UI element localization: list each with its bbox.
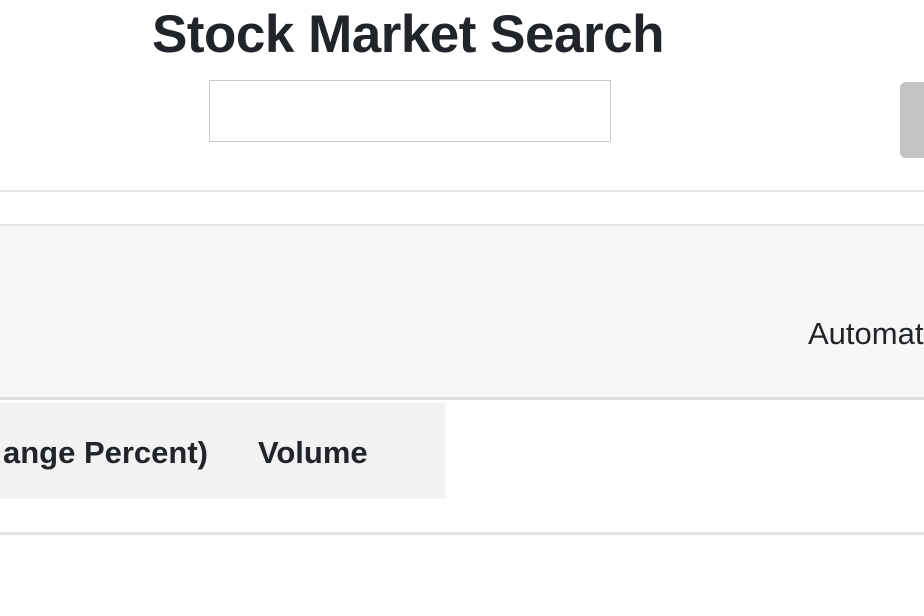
- search-input[interactable]: [209, 80, 611, 142]
- search-button[interactable]: [900, 82, 924, 158]
- page-title: Stock Market Search: [152, 5, 664, 64]
- divider: [0, 532, 924, 535]
- column-header-volume: Volume: [258, 435, 368, 470]
- panel-text: Automat: [808, 316, 924, 351]
- results-panel: Automat: [0, 224, 924, 400]
- divider: [0, 190, 924, 192]
- column-header-change-percent: ange Percent): [2, 435, 208, 470]
- table-header: ange Percent) Volume: [0, 403, 445, 499]
